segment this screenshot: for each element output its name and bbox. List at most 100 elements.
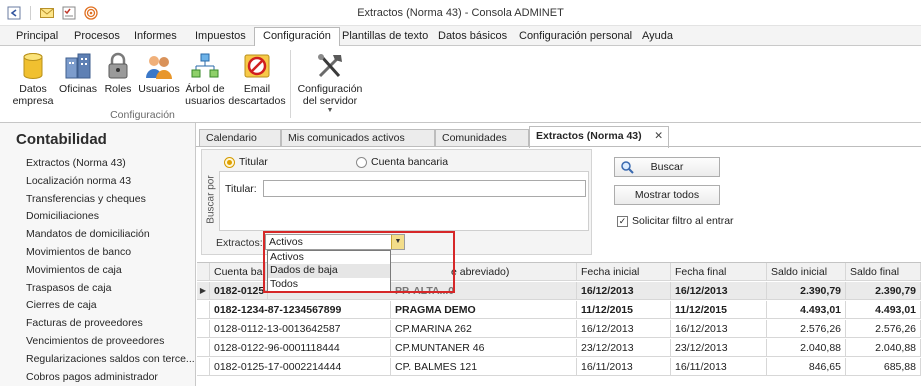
datos-empresa-button[interactable]: Datos empresa	[12, 50, 54, 107]
oficinas-button[interactable]: Oficinas	[58, 50, 98, 95]
tree-icon	[189, 50, 221, 80]
extractos-select[interactable]: Activos ▼	[265, 234, 405, 250]
tab-informes[interactable]: Informes	[126, 29, 185, 46]
nav-item-localizacion-norma-43[interactable]: Localización norma 43	[26, 173, 195, 191]
roles-label: Roles	[104, 83, 132, 95]
cell-saldo-inicial: 2.576,26	[767, 320, 846, 338]
cell-saldo-inicial: 4.493,01	[767, 301, 846, 319]
left-navigation: Contabilidad Extractos (Norma 43) Locali…	[0, 123, 196, 386]
cell-cuenta: 0128-0112-13-0013642587	[210, 320, 391, 338]
tab-ayuda[interactable]: Ayuda	[634, 29, 681, 46]
tab-configuracion-personal[interactable]: Configuración personal	[511, 29, 640, 46]
checkmark-icon: ✓	[617, 215, 628, 227]
extractos-select-value: Activos	[269, 236, 303, 248]
tab-principal[interactable]: Principal	[8, 29, 66, 46]
buscar-por-label: Buscar por	[205, 175, 217, 224]
cell-fecha-final: 16/12/2013	[671, 282, 767, 300]
tab-procesos[interactable]: Procesos	[66, 29, 128, 46]
title-bar: Extractos (Norma 43) - Consola ADMINET	[0, 0, 921, 26]
buildings-icon	[62, 50, 94, 80]
table-row[interactable]: 0182-1234-87-1234567899 PRAGMA DEMO 11/1…	[197, 301, 921, 319]
table-row[interactable]: 0182-0125-17-0002214444 CP. BALMES 121 1…	[197, 358, 921, 376]
cell-fecha-inicial: 16/12/2013	[577, 320, 671, 338]
document-tab-divider	[196, 146, 921, 147]
radio-cuenta-label: Cuenta bancaria	[371, 156, 449, 168]
row-indicator	[197, 320, 210, 338]
doc-tab-calendario[interactable]: Calendario	[199, 129, 281, 147]
cell-fecha-final: 23/12/2013	[671, 339, 767, 357]
document-tab-bar: Calendario Mis comunicados activos Comun…	[196, 123, 921, 148]
usuarios-button[interactable]: Usuarios	[138, 50, 180, 95]
nav-item-cierres-caja[interactable]: Cierres de caja	[26, 297, 195, 315]
tab-datos-basicos[interactable]: Datos básicos	[430, 29, 515, 46]
col-header-fecha-inicial[interactable]: Fecha inicial	[577, 263, 671, 281]
cell-fecha-final: 16/11/2013	[671, 358, 767, 376]
col-header-cuenta[interactable]: Cuenta banc	[210, 263, 266, 281]
nav-item-extractos[interactable]: Extractos (Norma 43)	[26, 155, 195, 173]
col-header-saldo-final[interactable]: Saldo final	[846, 263, 921, 281]
doc-tab-comunicados[interactable]: Mis comunicados activos	[281, 129, 435, 147]
nav-item-mandatos[interactable]: Mandatos de domiciliación	[26, 226, 195, 244]
arbol-de-usuarios-button[interactable]: Árbol de usuarios	[184, 50, 226, 107]
nav-item-regularizaciones[interactable]: Regularizaciones saldos con terce...	[26, 351, 195, 369]
col-header-nombre[interactable]: e abreviado)	[391, 263, 577, 281]
nav-item-facturas-proveedores[interactable]: Facturas de proveedores	[26, 315, 195, 333]
cell-saldo-final: 2.040,88	[846, 339, 921, 357]
cell-nombre: CP. BALMES 121	[391, 358, 577, 376]
cell-saldo-final: 4.493,01	[846, 301, 921, 319]
cell-nombre: CP.MUNTANER 46	[391, 339, 577, 357]
nav-title: Contabilidad	[16, 131, 107, 148]
filter-panel: Buscar por Titular Cuenta bancaria Titul…	[201, 149, 592, 255]
email-descartados-button[interactable]: Email descartados	[228, 50, 286, 107]
nav-item-transferencias[interactable]: Transferencias y cheques	[26, 191, 195, 209]
nav-item-movimientos-caja[interactable]: Movimientos de caja	[26, 262, 195, 280]
solicitar-filtro-checkbox[interactable]: ✓ Solicitar filtro al entrar	[617, 215, 734, 227]
mostrar-todos-button[interactable]: Mostrar todos	[614, 185, 720, 205]
email-descartados-label: Email descartados	[228, 83, 286, 107]
nav-item-traspasos-caja[interactable]: Traspasos de caja	[26, 280, 195, 298]
tab-impuestos[interactable]: Impuestos	[187, 29, 254, 46]
cell-saldo-final: 685,88	[846, 358, 921, 376]
buscar-button[interactable]: Buscar	[614, 157, 720, 177]
doc-tab-comunidades[interactable]: Comunidades	[435, 129, 529, 147]
tab-configuracion[interactable]: Configuración	[254, 27, 340, 47]
nav-item-cobros-pagos[interactable]: Cobros pagos administrador	[26, 369, 195, 386]
roles-button[interactable]: Roles	[102, 50, 134, 95]
chevron-down-icon: ▼	[326, 107, 334, 114]
col-header-nombre-label: e abreviado)	[451, 266, 510, 278]
chevron-down-icon[interactable]: ▼	[391, 235, 404, 249]
option-activos[interactable]: Activos	[268, 251, 390, 264]
row-indicator	[197, 358, 210, 376]
ribbon-separator	[290, 50, 291, 118]
option-todos[interactable]: Todos	[268, 278, 390, 291]
nav-item-domiciliaciones[interactable]: Domiciliaciones	[26, 208, 195, 226]
doc-tab-extractos[interactable]: Extractos (Norma 43) ✕	[529, 126, 669, 148]
radio-selected-icon	[224, 156, 235, 168]
radio-cuenta-bancaria[interactable]: Cuenta bancaria	[356, 156, 448, 168]
database-icon	[17, 50, 49, 80]
tools-icon	[314, 50, 346, 80]
cell-fecha-inicial: 11/12/2015	[577, 301, 671, 319]
radio-titular[interactable]: Titular	[224, 156, 268, 168]
close-icon[interactable]: ✕	[654, 127, 663, 146]
option-dados-de-baja[interactable]: Dados de baja	[268, 264, 390, 278]
row-indicator-header	[197, 263, 210, 281]
nav-item-movimientos-banco[interactable]: Movimientos de banco	[26, 244, 195, 262]
lock-icon	[102, 50, 134, 80]
blocked-mail-icon	[241, 50, 273, 80]
nav-item-vencimientos-proveedores[interactable]: Vencimientos de proveedores	[26, 333, 195, 351]
solicitar-filtro-label: Solicitar filtro al entrar	[632, 215, 734, 227]
configuracion-del-servidor-button[interactable]: Configuración del servidor ▼	[296, 50, 364, 115]
cell-nombre: CP.MARINA 262	[391, 320, 577, 338]
table-row[interactable]: 0128-0122-96-0001118444 CP.MUNTANER 46 2…	[197, 339, 921, 357]
cell-cuenta: 0182-1234-87-1234567899	[210, 301, 391, 319]
table-row[interactable]: 0128-0112-13-0013642587 CP.MARINA 262 16…	[197, 320, 921, 338]
col-header-saldo-inicial[interactable]: Saldo inicial	[767, 263, 846, 281]
titular-input[interactable]	[263, 180, 586, 197]
ribbon-tab-bar: Principal Procesos Informes Impuestos Co…	[0, 26, 921, 47]
users-icon	[143, 50, 175, 80]
magnifier-icon	[620, 160, 634, 180]
cell-nombre: PRAGMA DEMO	[391, 301, 577, 319]
tab-plantillas-de-texto[interactable]: Plantillas de texto	[334, 29, 436, 46]
col-header-fecha-final[interactable]: Fecha final	[671, 263, 767, 281]
